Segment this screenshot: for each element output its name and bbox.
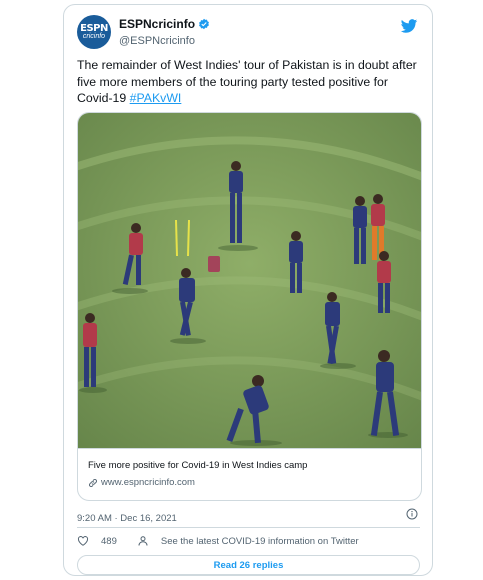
covid-info-text[interactable]: See the latest COVID-19 information on T… (161, 536, 359, 547)
avatar[interactable]: ESPN cricinfo (77, 15, 111, 49)
action-row: 489 See the latest COVID-19 information … (77, 532, 420, 550)
cricket-practice-photo[interactable] (78, 113, 421, 448)
info-icon[interactable] (406, 508, 418, 520)
author-names: ESPNcricinfo @ESPNcricinfo (119, 17, 210, 47)
tweet-body: The remainder of West Indies' tour of Pa… (77, 58, 417, 105)
person-icon (138, 536, 148, 546)
link-card[interactable]: Five more positive for Covid-19 in West … (77, 112, 422, 501)
tweet-text: The remainder of West Indies' tour of Pa… (77, 57, 423, 107)
author-display-name[interactable]: ESPNcricinfo (119, 17, 195, 31)
divider (77, 527, 420, 528)
covid-info-link[interactable]: See the latest COVID-19 information on T… (137, 535, 359, 547)
twitter-bird-icon[interactable] (400, 17, 418, 35)
tweet-card[interactable]: ESPN cricinfo ESPNcricinfo @ESPNcricinfo… (63, 4, 433, 576)
avatar-logo-top: ESPN (80, 23, 108, 34)
tweet-header: ESPN cricinfo ESPNcricinfo @ESPNcricinfo (77, 15, 420, 51)
heart-icon[interactable] (77, 535, 89, 547)
link-info[interactable]: Five more positive for Covid-19 in West … (78, 448, 421, 500)
read-replies-label: Read 26 replies (213, 559, 284, 571)
link-title[interactable]: Five more positive for Covid-19 in West … (88, 460, 411, 471)
link-domain-row: www.espncricinfo.com (88, 477, 411, 488)
author-handle[interactable]: @ESPNcricinfo (119, 35, 210, 47)
link-domain: www.espncricinfo.com (101, 477, 195, 488)
tweet-meta: 9:20 AM · Dec 16, 2021 (77, 508, 420, 524)
like-count[interactable]: 489 (101, 536, 117, 547)
read-replies-button[interactable]: Read 26 replies (77, 555, 420, 575)
link-icon (88, 478, 98, 487)
timestamp[interactable]: 9:20 AM · Dec 16, 2021 (77, 513, 177, 524)
verified-icon (199, 18, 209, 30)
hashtag-link[interactable]: #PAKvWI (130, 91, 182, 105)
avatar-logo-bottom: cricinfo (82, 33, 106, 40)
